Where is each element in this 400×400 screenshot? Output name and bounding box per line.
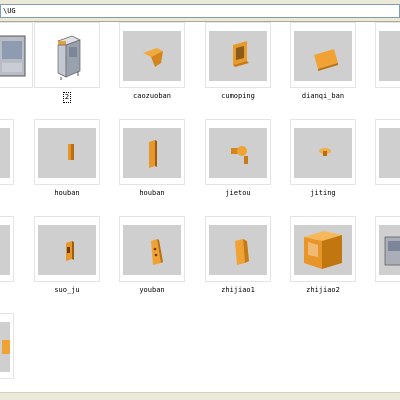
file-item[interactable]: jietou: [205, 119, 271, 203]
file-item[interactable]: houban: [34, 119, 100, 203]
file-item[interactable]: youban: [119, 216, 185, 300]
thumbnail: [290, 216, 356, 282]
thumbnail: [34, 22, 100, 88]
file-item[interactable]: c: [375, 22, 400, 106]
file-item[interactable]: jiting: [290, 119, 356, 203]
partial-thumbnail-icon: [0, 128, 10, 178]
file-name: 2: [22, 92, 112, 103]
orange-box-bracket-icon: [294, 225, 352, 275]
file-item[interactable]: cumoping: [205, 22, 271, 106]
file-name: zhijiao1: [221, 286, 255, 294]
file-name: houban: [54, 189, 80, 197]
orange-button-icon: [294, 128, 352, 178]
file-item[interactable]: [0, 119, 14, 203]
thumbnail: [290, 119, 356, 185]
partial-orange-thumbnail-icon: [0, 322, 10, 372]
file-item[interactable]: 2: [34, 22, 100, 106]
file-item[interactable]: suo_ju: [34, 216, 100, 300]
file-name: caozuoban: [133, 92, 171, 100]
file-name: k: [363, 189, 400, 198]
thumbnail: [0, 216, 14, 282]
orange-screen-frame-icon: [209, 31, 267, 81]
file-name-rename-box[interactable]: 2: [62, 92, 72, 103]
thumbnail: [0, 22, 33, 88]
file-name: c: [363, 92, 400, 101]
thumbnail: [205, 22, 271, 88]
file-item[interactable]: [375, 216, 400, 300]
file-item[interactable]: zhijiao1: [205, 216, 271, 300]
thumbnail: [119, 216, 185, 282]
address-bar: \UG: [0, 0, 400, 22]
thumbnail: [34, 119, 100, 185]
partial-thumbnail-icon: [379, 31, 400, 81]
thumbnail: [0, 119, 14, 185]
machine-assembly-icon: [379, 225, 400, 275]
file-item[interactable]: k: [375, 119, 400, 203]
address-field[interactable]: \UG: [0, 4, 400, 18]
orange-tall-plate-icon: [123, 128, 181, 178]
thumbnail: [375, 216, 400, 282]
thumbnail: [119, 119, 185, 185]
partial-thumbnail-icon: [0, 225, 10, 275]
orange-bent-plate-icon: [123, 31, 181, 81]
file-name: jietou: [225, 189, 251, 197]
file-name: jiting: [310, 189, 336, 197]
thumbnail: [375, 119, 400, 185]
thumbnail: [0, 313, 14, 379]
file-item[interactable]: dianqi_ban: [290, 22, 356, 106]
thumbnail: [119, 22, 185, 88]
thumbnail: [375, 22, 400, 88]
file-name: zhijiao2: [306, 286, 340, 294]
file-name: youban: [139, 286, 165, 294]
file-name: houban: [139, 189, 165, 197]
file-name: cumoping: [221, 92, 255, 100]
file-grid: 2 caozuoban cumoping dianqi_ban houban h…: [0, 22, 400, 392]
file-item[interactable]: [0, 216, 14, 300]
orange-lock-icon: [38, 225, 96, 275]
thumbnail: [205, 119, 271, 185]
orange-angle-bracket-icon: [209, 225, 267, 275]
file-item[interactable]: houban: [119, 119, 185, 203]
status-bar: [0, 392, 400, 400]
thumbnail: [290, 22, 356, 88]
file-name: suo_ju: [54, 286, 80, 294]
file-item[interactable]: zhijiao2: [290, 216, 356, 300]
thumbnail: [205, 216, 271, 282]
thumbnail: [34, 216, 100, 282]
partial-thumbnail-icon: [379, 128, 400, 178]
machine-cabinet-icon: [38, 31, 96, 81]
orange-flat-plate-icon: [294, 31, 352, 81]
orange-small-bracket-icon: [38, 128, 96, 178]
file-item[interactable]: [0, 313, 14, 392]
orange-side-plate-icon: [123, 225, 181, 275]
machine-partial-icon: [0, 31, 29, 81]
file-name: dianqi_ban: [301, 92, 345, 100]
orange-connector-icon: [209, 128, 267, 178]
file-item[interactable]: caozuoban: [119, 22, 185, 106]
